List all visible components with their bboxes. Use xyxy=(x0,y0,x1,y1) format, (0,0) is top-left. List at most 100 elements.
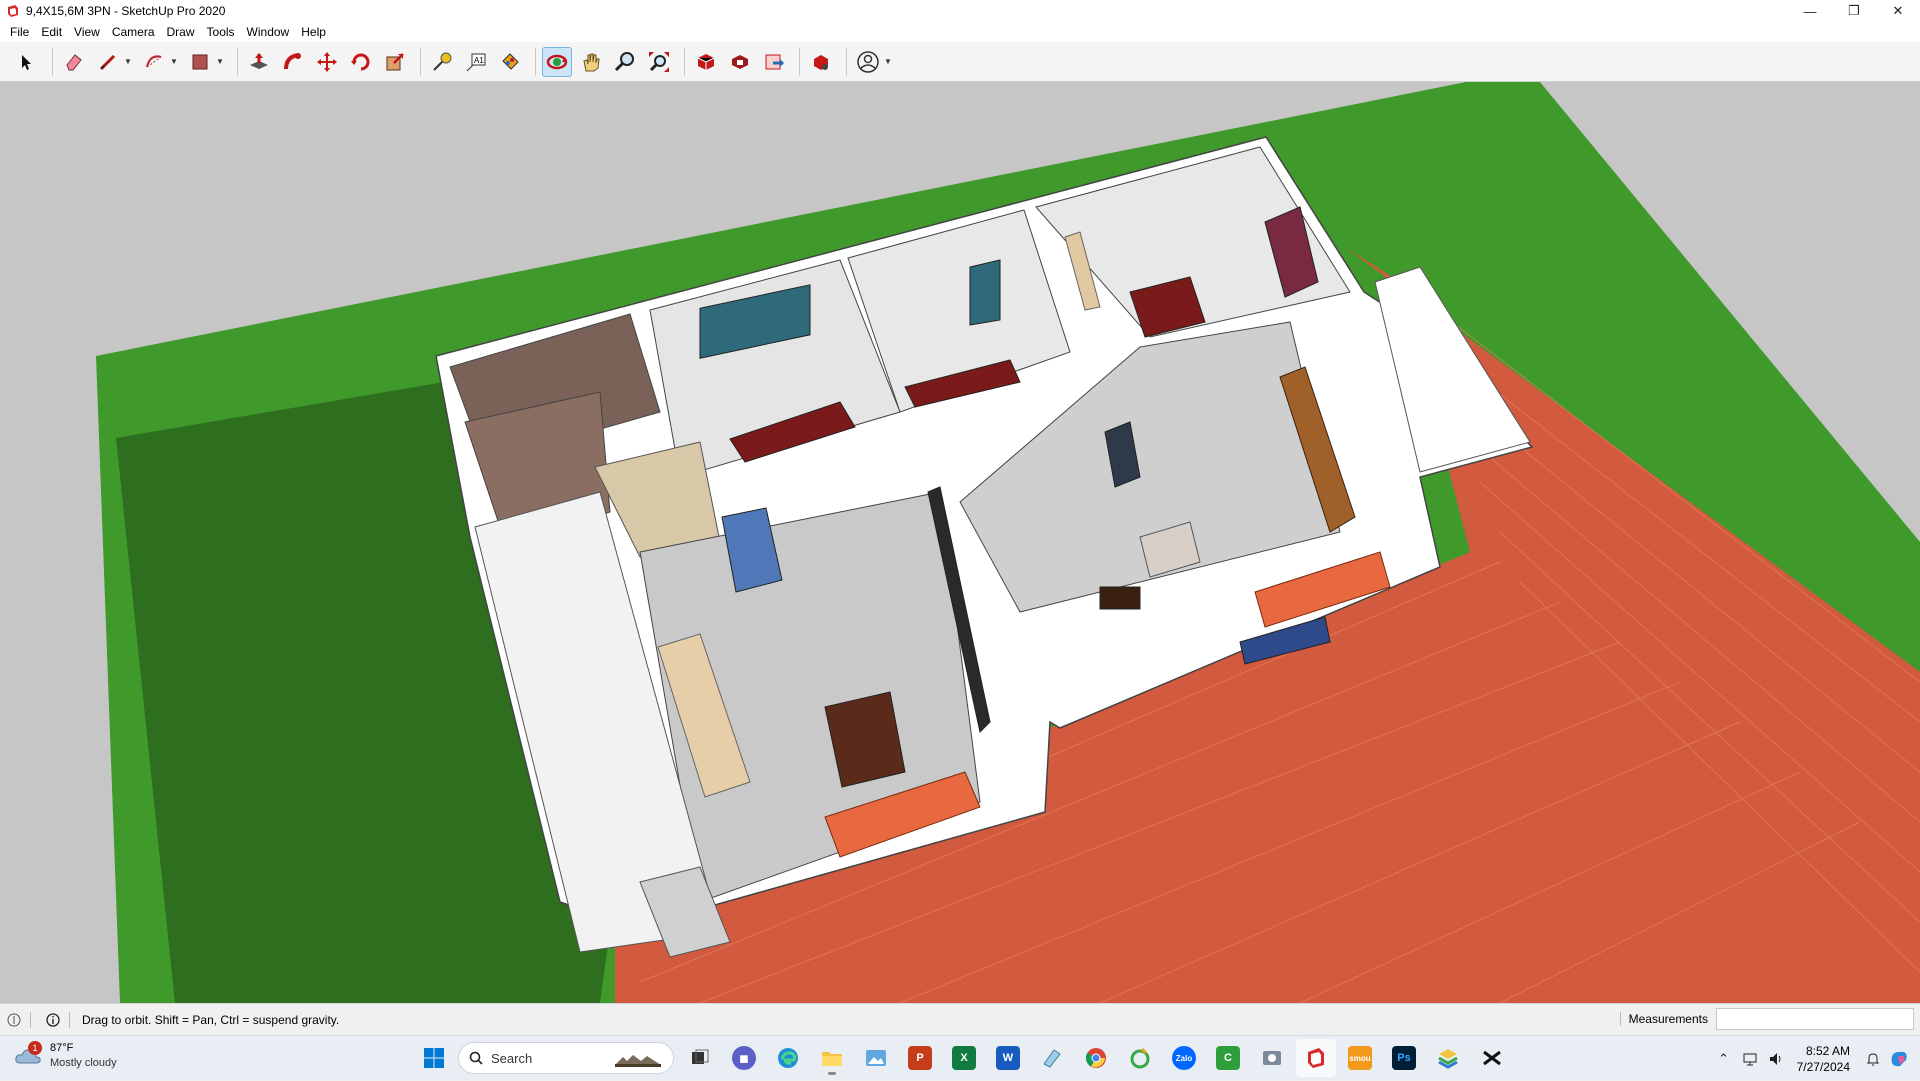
rectangle-dropdown-chevron-icon[interactable]: ▼ xyxy=(215,47,225,77)
sketchup-taskbar-icon[interactable] xyxy=(1296,1039,1336,1077)
taskbar-apps: Search ◼ P X W Zalo C smou Ps xyxy=(414,1039,1516,1077)
edge-icon[interactable] xyxy=(768,1039,808,1077)
windows-taskbar: 1 87°F Mostly cloudy Search ◼ P X W Zalo… xyxy=(0,1035,1920,1080)
smoothscan-icon[interactable]: smou xyxy=(1340,1039,1380,1077)
weather-temperature: 87°F xyxy=(50,1042,74,1054)
photoshop-icon[interactable]: Ps xyxy=(1384,1039,1424,1077)
info-icon[interactable] xyxy=(45,1012,61,1028)
network-icon[interactable] xyxy=(1737,1046,1763,1072)
clock-time: 8:52 AM xyxy=(1805,1043,1850,1058)
clock-date: 7/27/2024 xyxy=(1796,1059,1850,1074)
window-title: 9,4X15,6M 3PN - SketchUp Pro 2020 xyxy=(26,4,226,18)
capcut-icon[interactable] xyxy=(1472,1039,1512,1077)
scale-tool-icon[interactable] xyxy=(380,47,410,77)
select-tool-icon[interactable] xyxy=(12,47,42,77)
title-bar: 9,4X15,6M 3PN - SketchUp Pro 2020 — ❐ ✕ xyxy=(0,0,1920,22)
task-view-icon[interactable] xyxy=(680,1039,720,1077)
notification-bell-icon[interactable] xyxy=(1860,1046,1886,1072)
search-highlight-icon xyxy=(615,1055,661,1067)
pan-tool-icon[interactable] xyxy=(576,47,606,77)
toolbar-divider xyxy=(799,47,800,76)
cloud-icon: 1 xyxy=(14,1041,44,1071)
arc-dropdown-chevron-icon[interactable]: ▼ xyxy=(169,47,179,77)
window-controls: — ❐ ✕ xyxy=(1788,0,1920,22)
menu-bar: File Edit View Camera Draw Tools Window … xyxy=(0,22,1920,42)
search-placeholder: Search xyxy=(491,1050,533,1066)
model-viewport[interactable] xyxy=(0,82,1920,1003)
copilot-icon[interactable] xyxy=(1886,1046,1912,1072)
menu-draw[interactable]: Draw xyxy=(161,22,201,42)
close-button[interactable]: ✕ xyxy=(1876,0,1920,22)
3d-warehouse-icon[interactable] xyxy=(691,47,721,77)
photos-icon[interactable] xyxy=(856,1039,896,1077)
camtasia-icon[interactable]: C xyxy=(1208,1039,1248,1077)
measurements-label: Measurements xyxy=(1619,1012,1708,1026)
main-toolbar: ▼ ▼ ▼ A1 ▼ xyxy=(0,42,1920,82)
zoom-extents-tool-icon[interactable] xyxy=(644,47,674,77)
account-dropdown-chevron-icon[interactable]: ▼ xyxy=(883,47,893,77)
tape-measure-tool-icon[interactable] xyxy=(427,47,457,77)
bluestacks-icon[interactable] xyxy=(1428,1039,1468,1077)
volume-icon[interactable] xyxy=(1763,1046,1789,1072)
zoom-tool-icon[interactable] xyxy=(610,47,640,77)
menu-help[interactable]: Help xyxy=(295,22,332,42)
svg-text:A1: A1 xyxy=(474,56,484,65)
maximize-button[interactable]: ❐ xyxy=(1832,0,1876,22)
extension-warehouse-icon[interactable] xyxy=(725,47,755,77)
coffee-table xyxy=(1099,586,1141,610)
line-tool-icon[interactable] xyxy=(93,47,123,77)
toolbar-divider xyxy=(420,47,421,76)
rotate-tool-icon[interactable] xyxy=(346,47,376,77)
chevron-up-icon[interactable]: ⌃ xyxy=(1711,1046,1737,1072)
menu-edit[interactable]: Edit xyxy=(35,22,68,42)
paint-bucket-tool-icon[interactable] xyxy=(495,47,525,77)
weather-widget[interactable]: 1 87°F Mostly cloudy xyxy=(14,1041,117,1071)
snipping-tool-icon[interactable] xyxy=(1252,1039,1292,1077)
text-tool-icon[interactable]: A1 xyxy=(461,47,491,77)
account-icon[interactable] xyxy=(853,47,883,77)
toolbar-divider xyxy=(846,47,847,76)
bedroom-2-window xyxy=(969,259,1001,326)
file-explorer-icon[interactable] xyxy=(812,1039,852,1077)
measurements-input[interactable] xyxy=(1716,1008,1914,1030)
send-to-layout-icon[interactable] xyxy=(759,47,789,77)
menu-window[interactable]: Window xyxy=(241,22,296,42)
geolocation-icon[interactable] xyxy=(6,1012,22,1028)
toolbar-divider xyxy=(535,47,536,76)
follow-me-tool-icon[interactable] xyxy=(278,47,308,77)
orbit-tool-icon[interactable] xyxy=(542,46,572,77)
eraser-tool-icon[interactable] xyxy=(59,47,89,77)
chrome-icon[interactable] xyxy=(1076,1039,1116,1077)
rectangle-tool-icon[interactable] xyxy=(185,47,215,77)
extension-manager-icon[interactable] xyxy=(806,47,836,77)
word-icon[interactable]: W xyxy=(988,1039,1028,1077)
taskbar-search[interactable]: Search xyxy=(458,1042,674,1074)
sticky-notes-icon[interactable] xyxy=(1032,1039,1072,1077)
meet-icon[interactable]: ◼ xyxy=(724,1039,764,1077)
move-tool-icon[interactable] xyxy=(312,47,342,77)
minimize-button[interactable]: — xyxy=(1788,0,1832,22)
status-divider xyxy=(69,1011,70,1028)
push-pull-tool-icon[interactable] xyxy=(244,47,274,77)
toolbar-divider xyxy=(52,47,53,76)
zalo-icon[interactable]: Zalo xyxy=(1164,1039,1204,1077)
winrar-icon[interactable] xyxy=(1120,1039,1160,1077)
menu-file[interactable]: File xyxy=(4,22,35,42)
sketchup-app-icon xyxy=(8,5,18,17)
start-button[interactable] xyxy=(414,1039,454,1077)
house-model-render xyxy=(0,82,1920,1003)
line-dropdown-chevron-icon[interactable]: ▼ xyxy=(123,47,133,77)
menu-view[interactable]: View xyxy=(68,22,106,42)
excel-icon[interactable]: X xyxy=(944,1039,984,1077)
powerpoint-icon[interactable]: P xyxy=(900,1039,940,1077)
windows-logo-icon xyxy=(424,1048,444,1068)
clock[interactable]: 8:52 AM 7/27/2024 xyxy=(1797,1043,1850,1075)
weather-description: Mostly cloudy xyxy=(50,1057,117,1069)
status-divider xyxy=(30,1011,31,1028)
status-bar: Drag to orbit. Shift = Pan, Ctrl = suspe… xyxy=(0,1003,1920,1035)
status-hint: Drag to orbit. Shift = Pan, Ctrl = suspe… xyxy=(82,1012,340,1027)
menu-tools[interactable]: Tools xyxy=(201,22,241,42)
menu-camera[interactable]: Camera xyxy=(106,22,161,42)
arc-tool-icon[interactable] xyxy=(139,47,169,77)
weather-alert-badge: 1 xyxy=(28,1041,42,1055)
